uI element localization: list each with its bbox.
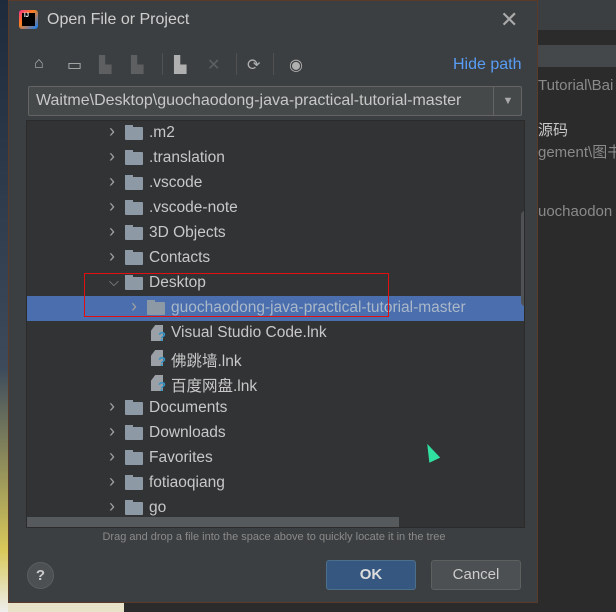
close-button[interactable]: ✕ — [500, 7, 518, 33]
bg-text: gement\图书 — [538, 144, 616, 161]
tree-item[interactable]: › guochaodong-java-practical-tutorial-mas… — [27, 296, 524, 321]
tree-item-label: Desktop — [149, 274, 206, 291]
chevron-right-icon[interactable]: › — [109, 421, 115, 442]
vertical-scrollbar[interactable] — [521, 211, 524, 306]
file-tree[interactable]: › go › fotiaoqiang › Favorites › Downloads › Docu… — [26, 120, 525, 528]
chevron-right-icon[interactable]: › — [131, 296, 137, 317]
tree-item[interactable]: ? Visual Studio Code.lnk — [27, 321, 524, 346]
bg-text: uochaodon — [538, 203, 613, 220]
chevron-right-icon[interactable]: › — [109, 121, 115, 142]
tree-item[interactable]: › Downloads — [27, 421, 524, 446]
tree-item[interactable]: › Favorites — [27, 446, 524, 471]
module-folder-icon[interactable]: ▙ — [131, 55, 143, 75]
tree-item[interactable]: › fotiaoqiang — [27, 471, 524, 496]
folder-icon — [125, 275, 143, 290]
folder-icon — [125, 125, 143, 140]
folder-icon — [147, 300, 165, 315]
tree-item[interactable]: › .translation — [27, 146, 524, 171]
tree-item-label: 佛跳墙.lnk — [171, 353, 242, 370]
home-icon[interactable]: ⌂ — [34, 55, 44, 73]
tree-item-label: Documents — [149, 399, 228, 416]
tree-item-label: guochaodong-java-practical-tutorial-mast… — [171, 299, 466, 316]
show-hidden-icon[interactable]: ◉ — [289, 55, 303, 75]
unknown-type-icon: ? — [158, 354, 166, 369]
folder-icon — [125, 225, 143, 240]
folder-icon — [125, 200, 143, 215]
tree-item-label: Contacts — [149, 249, 211, 266]
bg-text: Tutorial\Bai — [538, 77, 614, 94]
tree-item[interactable]: ⌵ Desktop — [27, 271, 524, 296]
folder-icon — [125, 175, 143, 190]
project-folder-icon[interactable]: ▙ — [99, 55, 111, 75]
tree-item-label: Visual Studio Code.lnk — [171, 324, 327, 341]
tree-item-label: .translation — [149, 149, 225, 166]
hide-path-link[interactable]: Hide path — [453, 56, 522, 74]
tree-item-label: Downloads — [149, 424, 226, 441]
ok-button[interactable]: OK — [326, 560, 416, 590]
intellij-logo-icon: IJ — [19, 10, 38, 29]
delete-icon[interactable]: ✕ — [207, 55, 220, 75]
tree-item-label: 百度网盘.lnk — [171, 378, 258, 395]
unknown-type-icon: ? — [158, 379, 166, 394]
tree-item[interactable]: ? 佛跳墙.lnk — [27, 346, 524, 371]
folder-icon — [125, 250, 143, 265]
tree-item-label: fotiaoqiang — [149, 474, 225, 491]
chevron-right-icon[interactable]: › — [109, 396, 115, 417]
chevron-right-icon[interactable]: › — [109, 196, 115, 217]
tree-item[interactable]: › 3D Objects — [27, 221, 524, 246]
tree-item[interactable]: ? 百度网盘.lnk — [27, 371, 524, 396]
tree-item-label: 3D Objects — [149, 224, 226, 241]
drag-drop-hint: Drag and drop a file into the space abov… — [102, 531, 446, 543]
dialog-title: Open File or Project — [47, 11, 190, 28]
bg-text: 源码 — [538, 122, 569, 139]
tree-item-label: go — [149, 499, 167, 516]
desktop-icon[interactable]: ▭ — [67, 55, 82, 75]
path-value: Waitme\Desktop\guochaodong-java-practica… — [36, 92, 462, 109]
tree-item-label: .vscode-note — [149, 199, 238, 216]
cancel-button[interactable]: Cancel — [431, 560, 521, 590]
folder-icon — [125, 425, 143, 440]
folder-icon — [125, 475, 143, 490]
background-ide-window: Tutorial\Bai 源码 gement\图书 uochaodon — [538, 0, 616, 612]
chevron-right-icon[interactable]: › — [109, 471, 115, 492]
open-file-dialog: IJ Open File or Project ✕ ⌂ ▭ ▙ ▙ ▙ ✕ ⟳ … — [8, 0, 538, 603]
folder-icon — [125, 400, 143, 415]
desktop-background — [0, 0, 8, 612]
refresh-icon[interactable]: ⟳ — [247, 55, 260, 75]
horizontal-scrollbar[interactable] — [27, 517, 399, 527]
unknown-type-icon: ? — [158, 329, 166, 344]
tree-item-label: Favorites — [149, 449, 213, 466]
tree-item[interactable]: › .vscode — [27, 171, 524, 196]
desktop-background-strip — [8, 603, 124, 612]
chevron-right-icon[interactable]: › — [109, 246, 115, 267]
chevron-right-icon[interactable]: › — [109, 171, 115, 192]
tree-item[interactable]: › .vscode-note — [27, 196, 524, 221]
folder-icon — [125, 450, 143, 465]
tree-item[interactable]: › Documents — [27, 396, 524, 421]
chevron-down-icon[interactable]: ⌵ — [109, 274, 119, 290]
chevron-right-icon[interactable]: › — [109, 446, 115, 467]
chevron-right-icon[interactable]: › — [109, 146, 115, 167]
tree-item[interactable]: › .m2 — [27, 121, 524, 146]
chevron-right-icon[interactable]: › — [109, 221, 115, 242]
path-input[interactable]: Waitme\Desktop\guochaodong-java-practica… — [28, 86, 522, 116]
chevron-right-icon[interactable]: › — [109, 496, 115, 517]
chevron-down-icon[interactable]: ▼ — [493, 87, 522, 115]
tree-item-label: .m2 — [149, 124, 175, 141]
tree-item[interactable]: › Contacts — [27, 246, 524, 271]
tree-item-label: .vscode — [149, 174, 203, 191]
help-button[interactable]: ? — [27, 562, 54, 589]
new-folder-icon[interactable]: ▙ — [174, 55, 186, 75]
folder-icon — [125, 150, 143, 165]
folder-icon — [125, 500, 143, 515]
